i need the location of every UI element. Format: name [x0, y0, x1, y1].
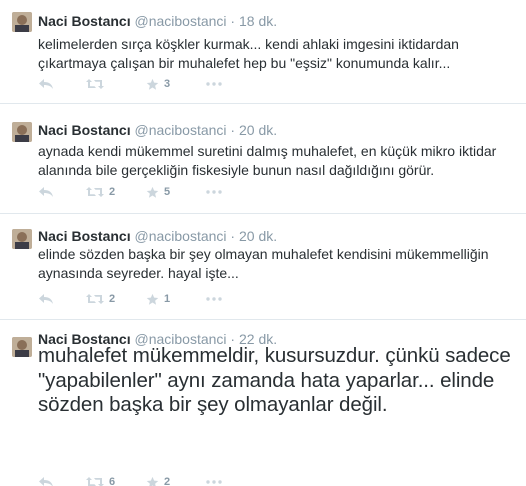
retweet-button[interactable]: 6 [86, 476, 146, 486]
retweet-count: 6 [109, 476, 116, 486]
separator: · [230, 13, 236, 29]
retweet-count: 2 [109, 186, 116, 198]
tweet-actions: 3 [38, 76, 236, 92]
tweet: Naci Bostancı @nacibostanci · 22 dk. muh… [0, 320, 526, 486]
author-name[interactable]: Naci Bostancı [38, 122, 131, 138]
reply-icon [39, 187, 53, 197]
reply-button[interactable] [38, 293, 86, 305]
tweet-header: Naci Bostancı @nacibostanci · 18 dk. [38, 13, 277, 29]
timestamp[interactable]: 20 dk. [239, 122, 277, 138]
star-icon [146, 293, 159, 305]
tweet: Naci Bostancı @nacibostanci · 20 dk. eli… [0, 214, 526, 320]
reply-button[interactable] [38, 476, 86, 486]
author-name[interactable]: Naci Bostancı [38, 13, 131, 29]
tweet-header: Naci Bostancı @nacibostanci · 20 dk. [38, 228, 277, 244]
more-button[interactable] [206, 190, 236, 194]
avatar[interactable] [12, 12, 32, 32]
retweet-button[interactable]: 2 [86, 186, 146, 198]
tweet-header: Naci Bostancı @nacibostanci · 20 dk. [38, 122, 277, 138]
tweet: Naci Bostancı @nacibostanci · 20 dk. ayn… [0, 104, 526, 214]
retweet-icon [86, 294, 104, 304]
reply-icon [39, 79, 53, 89]
avatar[interactable] [12, 122, 32, 142]
author-handle[interactable]: @nacibostanci [134, 228, 226, 244]
tweet-text: muhalefet mükemmeldir, kusursuzdur. çünk… [38, 344, 511, 416]
favorite-button[interactable]: 3 [146, 78, 206, 91]
author-handle[interactable]: @nacibostanci [134, 122, 226, 138]
tweet-actions: 2 1 [38, 291, 236, 307]
reply-button[interactable] [38, 186, 86, 198]
separator: · [230, 122, 236, 138]
more-button[interactable] [206, 297, 236, 301]
reply-icon [39, 477, 53, 486]
more-icon [206, 297, 222, 301]
tweet-text: aynada kendi mükemmel suretini dalmış mu… [38, 143, 497, 178]
timestamp[interactable]: 20 dk. [239, 228, 277, 244]
reply-icon [39, 294, 53, 304]
star-icon [146, 186, 159, 198]
favorite-count: 2 [164, 476, 171, 486]
favorite-button[interactable]: 1 [146, 293, 206, 306]
more-icon [206, 82, 222, 86]
more-button[interactable] [206, 82, 236, 86]
retweet-button[interactable] [86, 78, 146, 90]
more-icon [206, 190, 222, 194]
more-button[interactable] [206, 480, 236, 484]
retweet-icon [86, 79, 104, 89]
reply-button[interactable] [38, 78, 86, 90]
more-icon [206, 480, 222, 484]
favorite-button[interactable]: 2 [146, 476, 206, 486]
author-handle[interactable]: @nacibostanci [134, 13, 226, 29]
retweet-icon [86, 477, 104, 486]
author-name[interactable]: Naci Bostancı [38, 228, 131, 244]
avatar[interactable] [12, 337, 32, 357]
favorite-count: 3 [164, 78, 171, 90]
tweet-text: elinde sözden başka bir şey olmayan muha… [38, 246, 489, 281]
retweet-icon [86, 187, 104, 197]
favorite-count: 5 [164, 186, 171, 198]
retweet-button[interactable]: 2 [86, 293, 146, 305]
tweet: Naci Bostancı @nacibostanci · 18 dk. kel… [0, 0, 526, 104]
timestamp[interactable]: 18 dk. [239, 13, 277, 29]
avatar[interactable] [12, 229, 32, 249]
favorite-count: 1 [164, 293, 171, 305]
tweet-actions: 2 5 [38, 184, 236, 200]
star-icon [146, 78, 159, 90]
separator: · [230, 228, 236, 244]
favorite-button[interactable]: 5 [146, 186, 206, 199]
tweet-text: kelimelerden sırça köşkler kurmak... ken… [38, 36, 459, 71]
star-icon [146, 476, 159, 486]
retweet-count: 2 [109, 293, 116, 305]
tweet-actions: 6 2 [38, 474, 236, 486]
